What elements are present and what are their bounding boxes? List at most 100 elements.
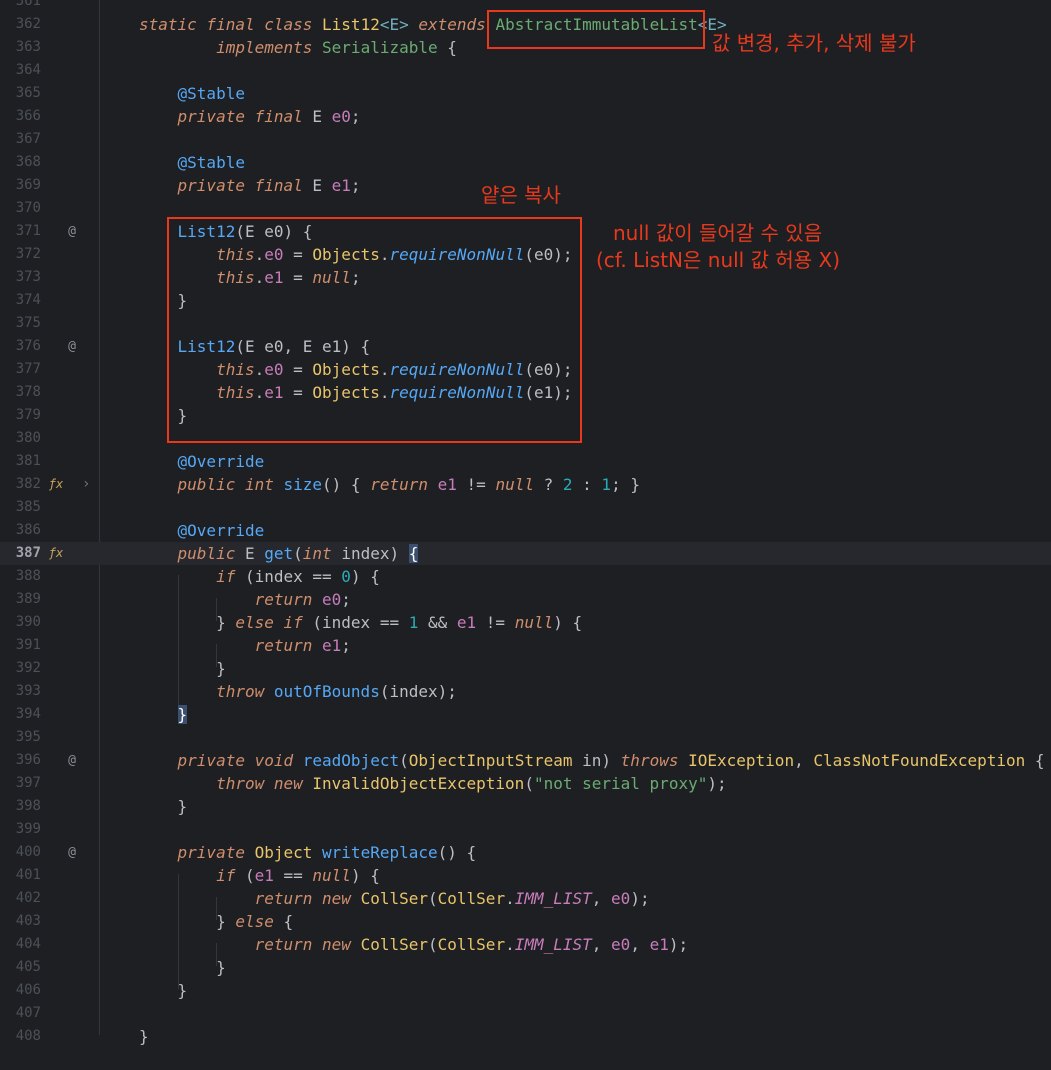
line-number[interactable]: 408 [0,1025,41,1048]
line-number[interactable]: 380 [0,427,41,450]
line-number[interactable]: 390 [0,611,41,634]
code-line[interactable]: 391 return e1; [0,634,1051,657]
code-line[interactable]: 368 @Stable [0,151,1051,174]
code-line[interactable]: 364 [0,59,1051,82]
line-number[interactable]: 399 [0,818,41,841]
line-number[interactable]: 382 [0,473,41,496]
code-text[interactable]: private final E e0; [139,105,361,128]
line-number[interactable]: 400 [0,841,41,864]
code-line[interactable]: 402 return new CollSer(CollSer.IMM_LIST,… [0,887,1051,910]
code-line[interactable]: 390 } else if (index == 1 && e1 != null)… [0,611,1051,634]
code-line[interactable]: 387 ƒx public E get(int index) { [0,542,1051,565]
line-number[interactable]: 367 [0,128,41,151]
code-text[interactable]: private void readObject(ObjectInputStrea… [139,749,1045,772]
line-number[interactable]: 407 [0,1002,41,1025]
code-line[interactable]: 398 } [0,795,1051,818]
code-text[interactable]: public E get(int index) { [139,542,419,565]
code-line[interactable]: 388 if (index == 0) { [0,565,1051,588]
line-number[interactable]: 375 [0,312,41,335]
line-number[interactable]: 406 [0,979,41,1002]
code-line[interactable]: 389 return e0; [0,588,1051,611]
code-line[interactable]: 365 @Stable [0,82,1051,105]
code-text[interactable]: throw outOfBounds(index); [139,680,457,703]
line-number[interactable]: 373 [0,266,41,289]
code-line[interactable]: 405 } [0,956,1051,979]
line-number[interactable]: 392 [0,657,41,680]
line-number[interactable]: 379 [0,404,41,427]
line-number[interactable]: 364 [0,59,41,82]
code-line[interactable]: 381 @Override [0,450,1051,473]
line-number[interactable]: 393 [0,680,41,703]
line-number[interactable]: 361 [0,0,41,13]
line-number[interactable]: 405 [0,956,41,979]
line-number[interactable]: 376 [0,335,41,358]
line-number[interactable]: 368 [0,151,41,174]
code-line[interactable]: 401 if (e1 == null) { [0,864,1051,887]
line-number[interactable]: 366 [0,105,41,128]
code-text[interactable]: } else { [139,910,293,933]
code-text[interactable]: throw new InvalidObjectException("not se… [139,772,727,795]
line-number[interactable]: 370 [0,197,41,220]
line-number[interactable]: 378 [0,381,41,404]
code-text[interactable]: if (e1 == null) { [139,864,380,887]
code-text[interactable]: return e0; [139,588,351,611]
code-line[interactable]: 406 } [0,979,1051,1002]
line-number[interactable]: 404 [0,933,41,956]
line-number[interactable]: 388 [0,565,41,588]
implements-marker-icon[interactable]: @ [62,220,82,243]
code-text[interactable]: @Stable [139,82,245,105]
code-text[interactable]: return new CollSer(CollSer.IMM_LIST, e0)… [139,887,650,910]
code-line[interactable]: 367 [0,128,1051,151]
code-line[interactable]: 392 } [0,657,1051,680]
line-number[interactable]: 372 [0,243,41,266]
line-number[interactable]: 385 [0,496,41,519]
code-text[interactable]: implements Serializable { [139,36,457,59]
code-text[interactable]: @Stable [139,151,245,174]
line-number[interactable]: 402 [0,887,41,910]
line-number[interactable]: 397 [0,772,41,795]
code-text[interactable]: } [139,703,188,726]
code-text[interactable]: } [139,956,226,979]
line-number[interactable]: 387 [0,542,41,565]
code-line[interactable]: 397 throw new InvalidObjectException("no… [0,772,1051,795]
code-text[interactable]: } [139,979,188,1002]
line-number[interactable]: 389 [0,588,41,611]
code-text[interactable]: if (index == 0) { [139,565,380,588]
code-line[interactable]: 395 [0,726,1051,749]
code-text[interactable]: return e1; [139,634,351,657]
line-number[interactable]: 362 [0,13,41,36]
code-text[interactable]: @Override [139,519,265,542]
line-number[interactable]: 365 [0,82,41,105]
line-number[interactable]: 377 [0,358,41,381]
line-number[interactable]: 369 [0,174,41,197]
implements-marker-icon[interactable]: @ [62,841,82,864]
code-line[interactable]: 400 @ private Object writeReplace() { [0,841,1051,864]
line-number[interactable]: 371 [0,220,41,243]
override-method-icon[interactable]: ƒx [46,542,66,565]
code-line[interactable]: 394 } [0,703,1051,726]
line-number[interactable]: 391 [0,634,41,657]
code-line[interactable]: 382 ƒx › public int size() { return e1 != … [0,473,1051,496]
code-text[interactable]: public int size() { return e1 != null ? … [139,473,640,496]
implements-marker-icon[interactable]: @ [62,335,82,358]
line-number[interactable]: 401 [0,864,41,887]
code-line[interactable]: 408} [0,1025,1051,1048]
code-line[interactable]: 385 [0,496,1051,519]
code-line[interactable]: 366 private final E e0; [0,105,1051,128]
code-line[interactable]: 407 [0,1002,1051,1025]
line-number[interactable]: 396 [0,749,41,772]
code-text[interactable]: private final E e1; [139,174,361,197]
line-number[interactable]: 403 [0,910,41,933]
code-line[interactable]: 403 } else { [0,910,1051,933]
code-line[interactable]: 396 @ private void readObject(ObjectInput… [0,749,1051,772]
code-text[interactable]: @Override [139,450,265,473]
code-line[interactable]: 393 throw outOfBounds(index); [0,680,1051,703]
implements-marker-icon[interactable]: @ [62,749,82,772]
line-number[interactable]: 386 [0,519,41,542]
line-number[interactable]: 398 [0,795,41,818]
code-text[interactable]: return new CollSer(CollSer.IMM_LIST, e0,… [139,933,689,956]
code-line[interactable]: 399 [0,818,1051,841]
code-line[interactable]: 404 return new CollSer(CollSer.IMM_LIST,… [0,933,1051,956]
code-text[interactable]: } else if (index == 1 && e1 != null) { [139,611,582,634]
line-number[interactable]: 363 [0,36,41,59]
